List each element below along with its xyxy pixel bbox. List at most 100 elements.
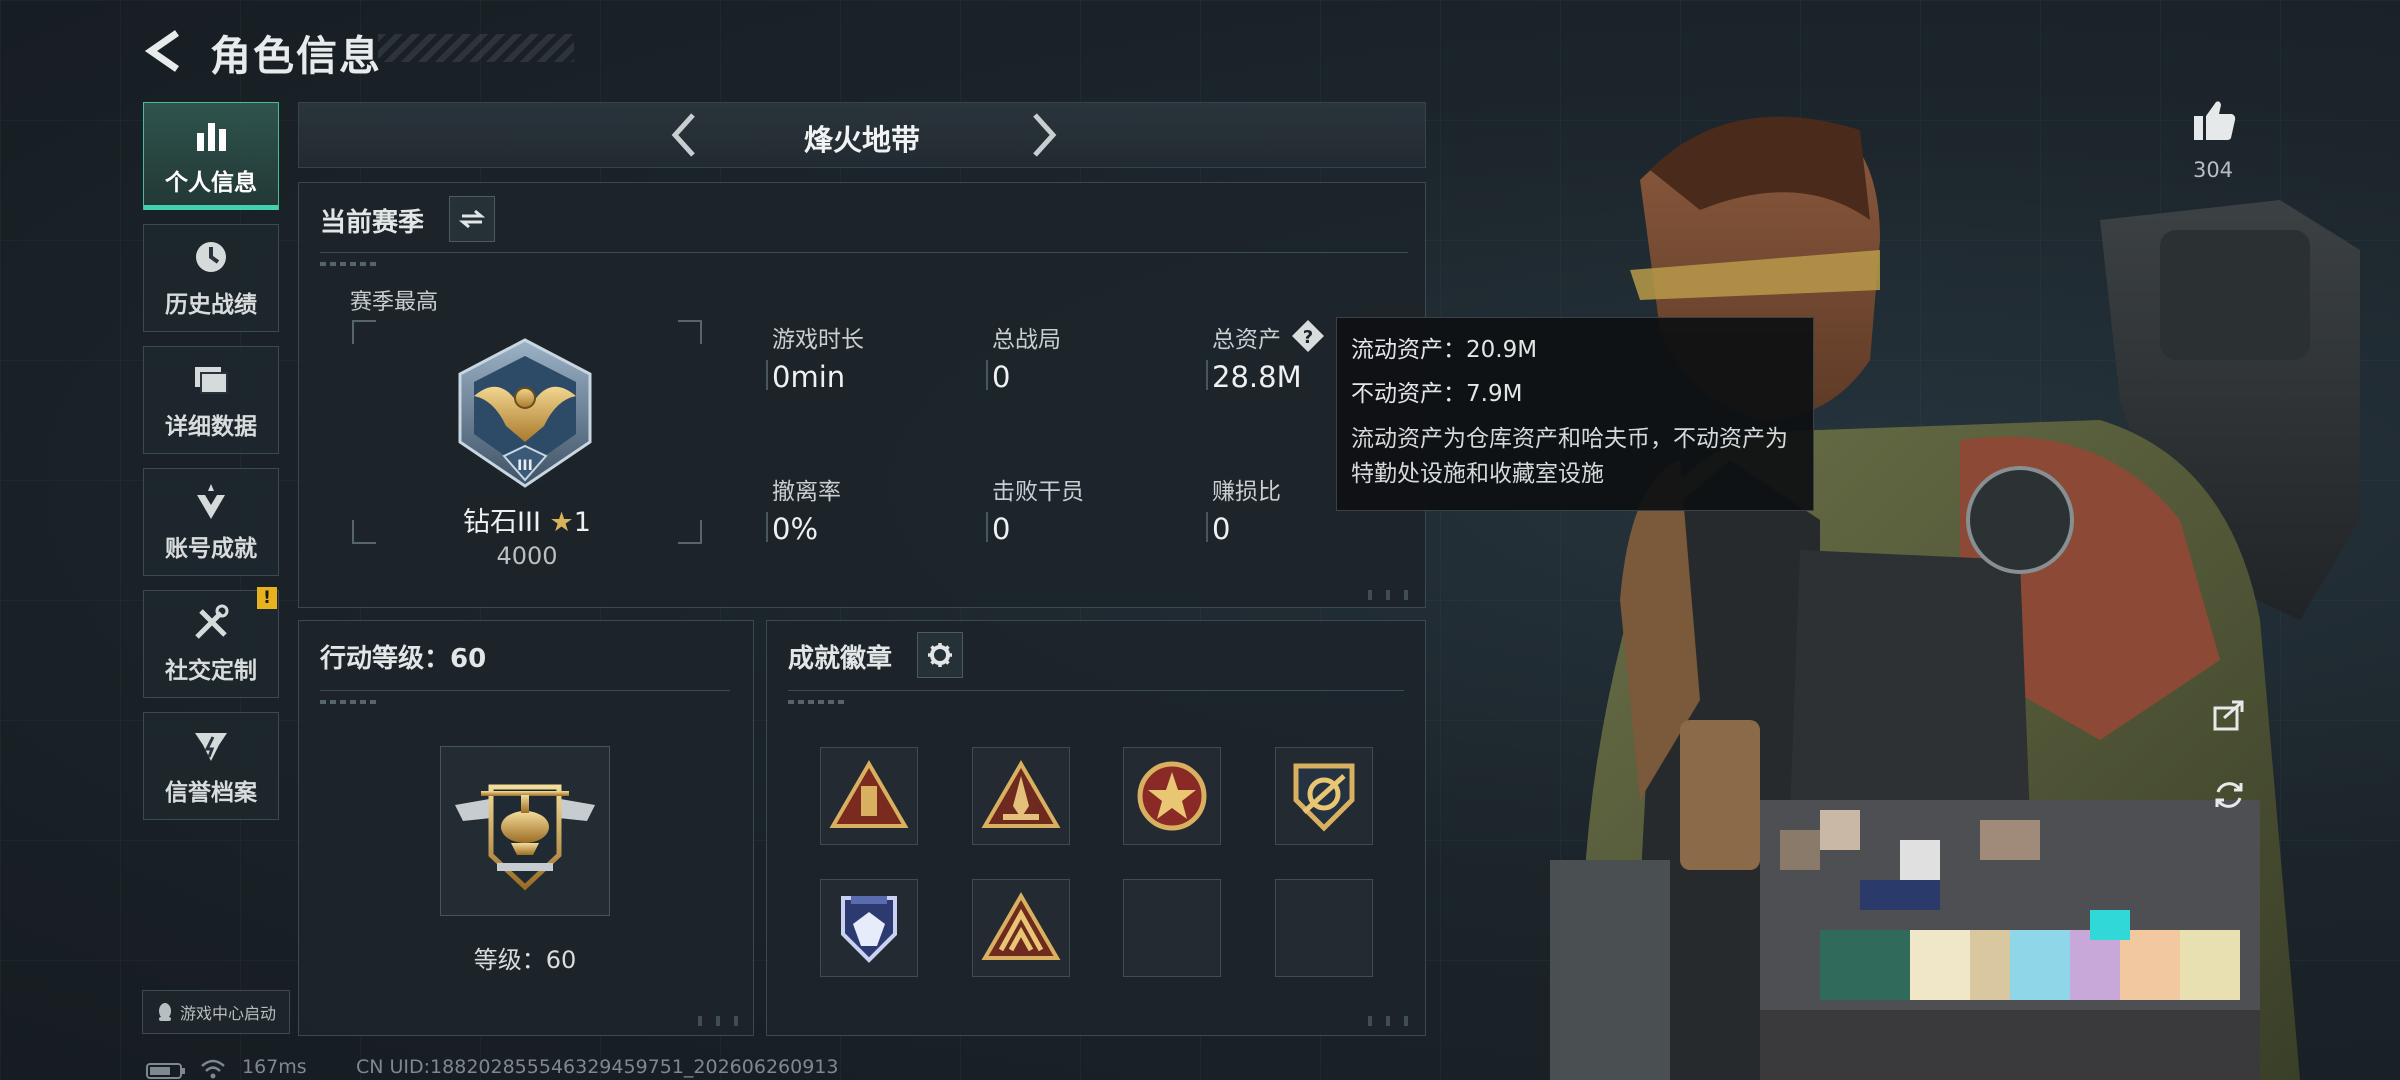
sidebar-item-detail-data[interactable]: 详细数据 [143, 346, 279, 454]
rank-name-row: 钻石III ★1 [452, 500, 602, 539]
tools-icon [195, 604, 229, 639]
assets-tooltip: 流动资产：20.9M 不动资产：7.9M 流动资产为仓库资产和哈夫币，不动资产为… [1336, 317, 1814, 511]
stat-value-total-matches: 0 [992, 360, 1011, 394]
star-medal-badge-icon [1137, 761, 1207, 831]
thumbs-up-icon [2194, 101, 2236, 140]
qq-icon [158, 1003, 171, 1021]
title-decoration [378, 34, 574, 62]
season-switch-button[interactable] [449, 196, 495, 242]
divider [320, 690, 730, 691]
alert-badge: ! [257, 587, 277, 609]
frame-corner [678, 520, 702, 544]
history-icon [196, 242, 226, 272]
sidebar-item-label: 账号成就 [165, 536, 257, 562]
pixelated-overlay [1760, 800, 2260, 1080]
sidebar-item-label: 历史战绩 [165, 292, 257, 318]
gear-icon [928, 643, 952, 667]
sidebar-item-history[interactable]: 历史战绩 [143, 224, 279, 332]
sidebar-item-credit-record[interactable]: 信誉档案 [143, 712, 279, 820]
like-count: 304 [2192, 158, 2234, 182]
share-icon [2213, 700, 2244, 731]
help-button[interactable]: ? [1290, 318, 1326, 358]
rocket-badge-icon [981, 760, 1061, 828]
next-mode-button[interactable] [1019, 109, 1069, 161]
frame-corner [352, 320, 376, 344]
bar-chart-icon [197, 123, 226, 151]
page-title: 角色信息 [210, 32, 382, 80]
sidebar-item-label: 个人信息 [165, 170, 257, 196]
divider [788, 690, 1404, 691]
achievement-badge-empty[interactable] [1275, 879, 1373, 977]
rank-name: 钻石III [463, 507, 541, 538]
sidebar-item-label: 详细数据 [165, 414, 257, 440]
chevron-right-icon [1033, 113, 1057, 157]
panel-corner-marks [690, 1016, 746, 1026]
achievement-badge-5[interactable] [820, 879, 918, 977]
achievement-badge-4[interactable] [1275, 747, 1373, 845]
achievement-badge-3[interactable] [1123, 747, 1221, 845]
stat-value-operators-defeated: 0 [992, 512, 1011, 546]
stat-separator [1206, 512, 1208, 542]
achievement-badge-6[interactable] [972, 879, 1070, 977]
rank-stars: 1 [573, 507, 591, 538]
sidebar-item-account-achievement[interactable]: 账号成就 [143, 468, 279, 576]
stat-value-profit-ratio: 0 [1212, 512, 1231, 546]
achievement-badge-2[interactable] [972, 747, 1070, 845]
wifi-icon [201, 1059, 225, 1079]
share-button[interactable] [2206, 692, 2252, 738]
sidebar-item-label: 社交定制 [165, 658, 257, 684]
refresh-button[interactable] [2206, 772, 2252, 818]
tooltip-description: 流动资产为仓库资产和哈夫币，不动资产为特勤处设施和收藏室设施 [1351, 426, 1788, 487]
action-level-badge-frame [440, 746, 610, 916]
stat-label-operators-defeated: 击败干员 [992, 479, 1084, 505]
mode-title: 烽火地带 [803, 123, 920, 157]
tooltip-liquid-assets: 流动资产：20.9M [1351, 337, 1538, 363]
shield-crest-badge-icon [1293, 763, 1355, 832]
stat-label-profit-ratio: 赚损比 [1212, 479, 1281, 505]
tooltip-fixed-assets: 不动资产：7.9M [1351, 381, 1523, 407]
achievement-title: 成就徽章 [788, 644, 893, 674]
action-level-text: 等级：60 [473, 946, 577, 974]
crystal-shield-badge-icon [841, 896, 897, 963]
uid-text: CN UID:188202855546329459751_20260626091… [356, 1056, 839, 1078]
stat-separator [986, 360, 988, 390]
season-title: 当前赛季 [320, 208, 425, 238]
mode-selector: 烽火地带 [298, 102, 1426, 168]
folder-icon [195, 367, 228, 394]
game-center-launch-button[interactable]: 游戏中心启动 [142, 990, 290, 1034]
stat-label-extraction-rate: 撤离率 [772, 479, 841, 505]
stat-separator [986, 512, 988, 542]
emblem-icon [195, 733, 227, 761]
pyramid-badge-icon [829, 760, 909, 828]
frame-corner [678, 320, 702, 344]
frame-corner [352, 520, 376, 544]
achievement-settings-button[interactable] [917, 632, 963, 678]
swap-icon [459, 209, 485, 229]
stat-label-total-matches: 总战局 [992, 327, 1061, 353]
stat-separator [766, 360, 768, 390]
rank-points: 4000 [496, 542, 558, 570]
help-icon: ? [1292, 320, 1324, 352]
achievement-badge-empty[interactable] [1123, 879, 1221, 977]
stat-value-extraction-rate: 0% [772, 512, 819, 546]
svg-text:?: ? [1303, 327, 1313, 348]
sidebar-item-label: 信誉档案 [165, 780, 257, 806]
svg-text:III: III [517, 458, 533, 474]
stat-value-playtime: 0min [772, 360, 846, 394]
stat-separator [766, 512, 768, 542]
season-best-label: 赛季最高 [350, 290, 439, 315]
triangle-emblem-badge-icon [981, 892, 1061, 960]
achievement-badge-1[interactable] [820, 747, 918, 845]
sidebar-item-personal-info[interactable]: 个人信息 [143, 102, 279, 210]
divider-dots [320, 262, 376, 266]
divider-dots [788, 700, 844, 704]
stat-value-total-assets: 28.8M [1212, 360, 1302, 394]
stat-separator [1206, 360, 1208, 390]
action-level-title: 行动等级：60 [320, 644, 487, 674]
launch-label: 游戏中心启动 [179, 1004, 276, 1023]
refresh-icon [2215, 782, 2243, 808]
helicopter-badge-icon [455, 784, 595, 891]
like-button[interactable] [2190, 96, 2238, 148]
battery-icon [146, 1063, 185, 1079]
back-button[interactable] [140, 26, 190, 76]
